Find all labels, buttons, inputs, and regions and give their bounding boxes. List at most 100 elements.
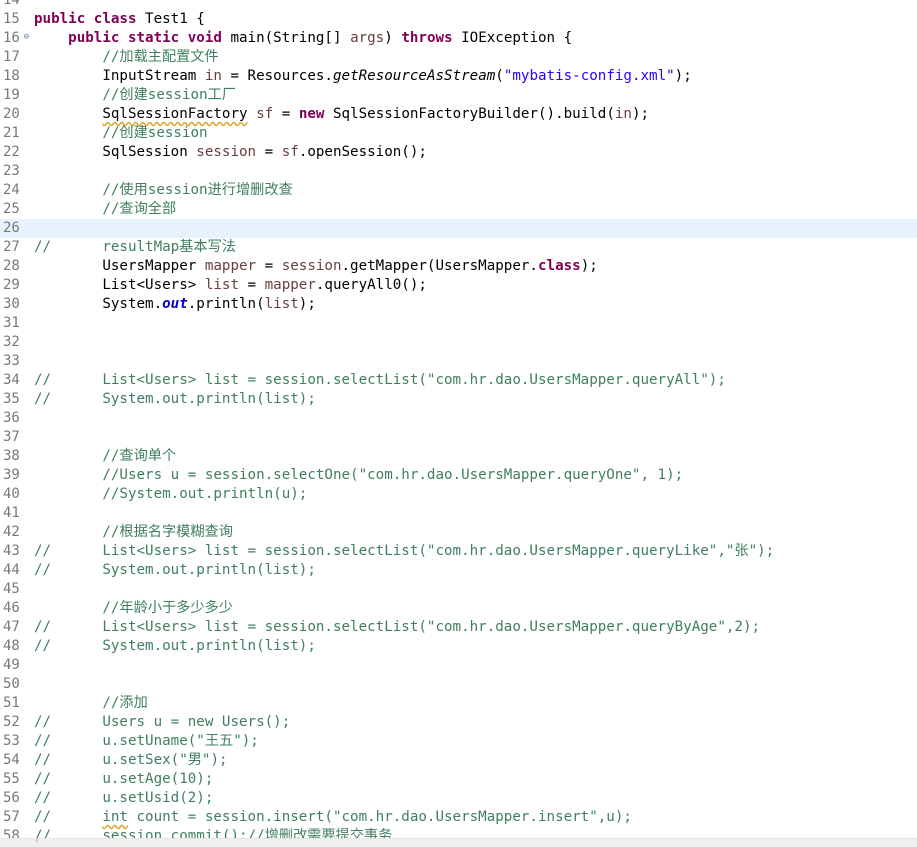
code-line[interactable]: 29 List<Users> list = mapper.queryAll0()…	[0, 276, 917, 295]
code-line[interactable]: 49	[0, 656, 917, 675]
code-text: System.out.println(list);	[34, 295, 316, 314]
code-line[interactable]: 43 // List<Users> list = session.selectLi…	[0, 542, 917, 561]
code-token: // List<Users> list = session.selectList…	[34, 543, 775, 559]
code-text: //创建session	[34, 124, 207, 143]
code-line[interactable]: 22 SqlSession session = sf.openSession()…	[0, 143, 917, 162]
code-token: =	[239, 277, 265, 293]
code-line[interactable]: 41	[0, 504, 917, 523]
fold-collapse-icon[interactable]: ⊖	[22, 33, 31, 42]
code-token: SqlSession	[34, 144, 197, 160]
code-text: //查询单个	[34, 447, 176, 466]
code-line[interactable]: 17 //加载主配置文件	[0, 48, 917, 67]
code-line[interactable]: 46 //年龄小于多少多少	[0, 599, 917, 618]
code-token: System.	[34, 296, 163, 312]
code-token: //查询单个	[102, 448, 177, 464]
code-line[interactable]: 33	[0, 352, 917, 371]
code-token: =	[256, 258, 282, 274]
code-line[interactable]: 15 public class Test1 {	[0, 10, 917, 29]
code-line[interactable]: 40 //System.out.println(u);	[0, 485, 917, 504]
code-line[interactable]: 54 // u.setSex("男");	[0, 751, 917, 770]
code-token: // List<Users> list = session.selectList…	[34, 372, 726, 388]
line-number: 53	[3, 733, 20, 749]
code-token: throws	[401, 30, 453, 46]
code-line[interactable]: 42 //根据名字模糊查询	[0, 523, 917, 542]
line-number: 48	[3, 638, 20, 654]
code-text: public static void main(String[] args) t…	[34, 29, 572, 48]
code-line[interactable]: 50	[0, 675, 917, 694]
code-line[interactable]: 47 // List<Users> list = session.selectLi…	[0, 618, 917, 637]
code-token: =	[256, 144, 282, 160]
code-token: SqlSessionFactoryBuilder().build(	[324, 106, 615, 122]
code-line[interactable]: 55 // u.setAge(10);	[0, 770, 917, 789]
line-number: 15	[3, 11, 20, 27]
code-token: session	[196, 144, 257, 160]
code-line[interactable]: 30 System.out.println(list);	[0, 295, 917, 314]
code-line[interactable]: 45	[0, 580, 917, 599]
code-token: );	[674, 68, 692, 84]
line-number: 35	[3, 391, 20, 407]
code-line[interactable]: 19 //创建session工厂	[0, 86, 917, 105]
code-token: // resultMap基本写法	[34, 239, 236, 255]
left-arrow-icon[interactable]: ‹	[34, 836, 39, 846]
line-number: 24	[3, 182, 20, 198]
code-line[interactable]: 52 // Users u = new Users();	[0, 713, 917, 732]
code-line[interactable]: 18 InputStream in = Resources.getResourc…	[0, 67, 917, 86]
code-text: //使用session进行增删改查	[34, 181, 292, 200]
line-number: 54	[3, 752, 20, 768]
line-number: 36	[3, 410, 20, 426]
code-editor[interactable]: 14 15 public class Test1 {16 ⊖ public stati…	[0, 0, 917, 847]
code-line[interactable]: 25 //查询全部	[0, 200, 917, 219]
code-text: UsersMapper mapper = session.getMapper(U…	[34, 257, 597, 276]
code-token: //添加	[102, 695, 148, 711]
code-token: // u.setSex("男");	[34, 752, 228, 768]
code-token: "mybatis-config.xml"	[503, 68, 675, 84]
code-line[interactable]: 24 //使用session进行增删改查	[0, 181, 917, 200]
code-line[interactable]: 28 UsersMapper mapper = session.getMappe…	[0, 257, 917, 276]
code-text: //加载主配置文件	[34, 48, 218, 67]
code-text: SqlSession session = sf.openSession();	[34, 143, 427, 162]
code-token: Test1 {	[136, 11, 205, 27]
code-line[interactable]: 44 // System.out.println(list);	[0, 561, 917, 580]
code-text: // u.setAge(10);	[34, 770, 213, 789]
code-token: out	[162, 296, 188, 312]
code-token: UsersMapper	[34, 258, 205, 274]
code-line[interactable]: 31	[0, 314, 917, 333]
code-line[interactable]: 20 SqlSessionFactory sf = new SqlSession…	[0, 105, 917, 124]
code-line[interactable]: 14	[0, 0, 917, 10]
horizontal-scrollbar[interactable]: ‹	[0, 836, 917, 847]
code-line[interactable]: 38 //查询单个	[0, 447, 917, 466]
code-line[interactable]: 57 // int count = session.insert("com.hr.…	[0, 808, 917, 827]
code-line[interactable]: 48 // System.out.println(list);	[0, 637, 917, 656]
code-line[interactable]: 21 //创建session	[0, 124, 917, 143]
code-line[interactable]: 27 // resultMap基本写法	[0, 238, 917, 257]
code-line[interactable]: 34 // List<Users> list = session.selectLi…	[0, 371, 917, 390]
code-line[interactable]: 56 // u.setUsid(2);	[0, 789, 917, 808]
code-text: // u.setUname("王五");	[34, 732, 259, 751]
code-line[interactable]: 51 //添加	[0, 694, 917, 713]
line-number: 44	[3, 562, 20, 578]
code-token: mapper	[204, 258, 257, 274]
code-line[interactable]: 16 ⊖ public static void main(String[] arg…	[0, 29, 917, 48]
code-line[interactable]: 26	[0, 219, 917, 238]
code-line[interactable]: 39 //Users u = session.selectOne("com.hr…	[0, 466, 917, 485]
code-token: in	[204, 68, 222, 84]
code-line[interactable]: 23	[0, 162, 917, 181]
code-line[interactable]: 32	[0, 333, 917, 352]
code-line[interactable]: 53 // u.setUname("王五");	[0, 732, 917, 751]
code-text: //创建session工厂	[34, 86, 236, 105]
line-number: 27	[3, 239, 20, 255]
code-line[interactable]: 36	[0, 409, 917, 428]
code-line[interactable]: 35 // System.out.println(list);	[0, 390, 917, 409]
code-line[interactable]: 37	[0, 428, 917, 447]
code-token: // System.out.println(list);	[34, 638, 316, 654]
code-token: //根据名字模糊查询	[102, 524, 233, 540]
code-token: count = session.insert("com.hr.dao.Users…	[127, 809, 632, 825]
code-token: = Resources.	[221, 68, 333, 84]
